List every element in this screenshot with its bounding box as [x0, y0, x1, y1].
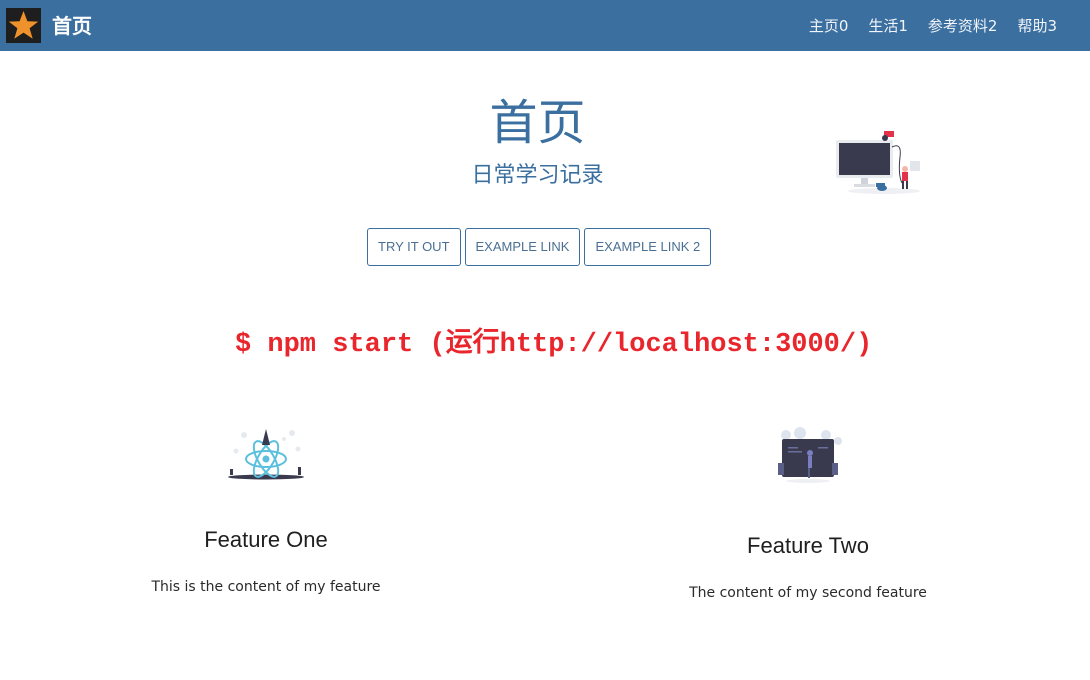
- feature-two-text-block: Feature Two The content of my second fea…: [658, 531, 958, 603]
- nav-link-home[interactable]: 主页0: [809, 15, 849, 37]
- react-atom-icon: [228, 429, 304, 480]
- desktop-computer-illustration: [832, 127, 922, 197]
- feature-two-title: Feature Two: [747, 533, 869, 558]
- brand-title[interactable]: 首页: [52, 13, 92, 39]
- feature-two: [658, 425, 958, 485]
- nav-link-life[interactable]: 生活1: [868, 15, 908, 37]
- try-it-out-button[interactable]: TRY IT OUT: [367, 228, 461, 266]
- feature-one-title: Feature One: [204, 527, 328, 552]
- monitor-presentation-icon: [778, 427, 842, 483]
- feature-two-text: The content of my second feature: [689, 585, 927, 601]
- navbar: 首页 主页0 生活1 参考资料2 帮助3: [0, 0, 1090, 51]
- nav-link-references[interactable]: 参考资料2: [928, 15, 998, 37]
- nav-link-help[interactable]: 帮助3: [1017, 15, 1057, 37]
- example-link-button[interactable]: EXAMPLE LINK: [464, 228, 581, 266]
- hero-buttons: TRY IT OUT EXAMPLE LINK EXAMPLE LINK 2: [367, 228, 712, 266]
- nav-links: 主页0 生活1 参考资料2 帮助3: [809, 15, 1057, 37]
- npm-start-command: $ npm start (运行http://localhost:3000/): [235, 330, 873, 360]
- feature-one-text: This is the content of my feature: [151, 579, 381, 595]
- example-link-2-button[interactable]: EXAMPLE LINK 2: [584, 228, 712, 266]
- feature-one-text-block: Feature One This is the content of my fe…: [116, 525, 416, 597]
- logo-star-icon[interactable]: [6, 8, 41, 43]
